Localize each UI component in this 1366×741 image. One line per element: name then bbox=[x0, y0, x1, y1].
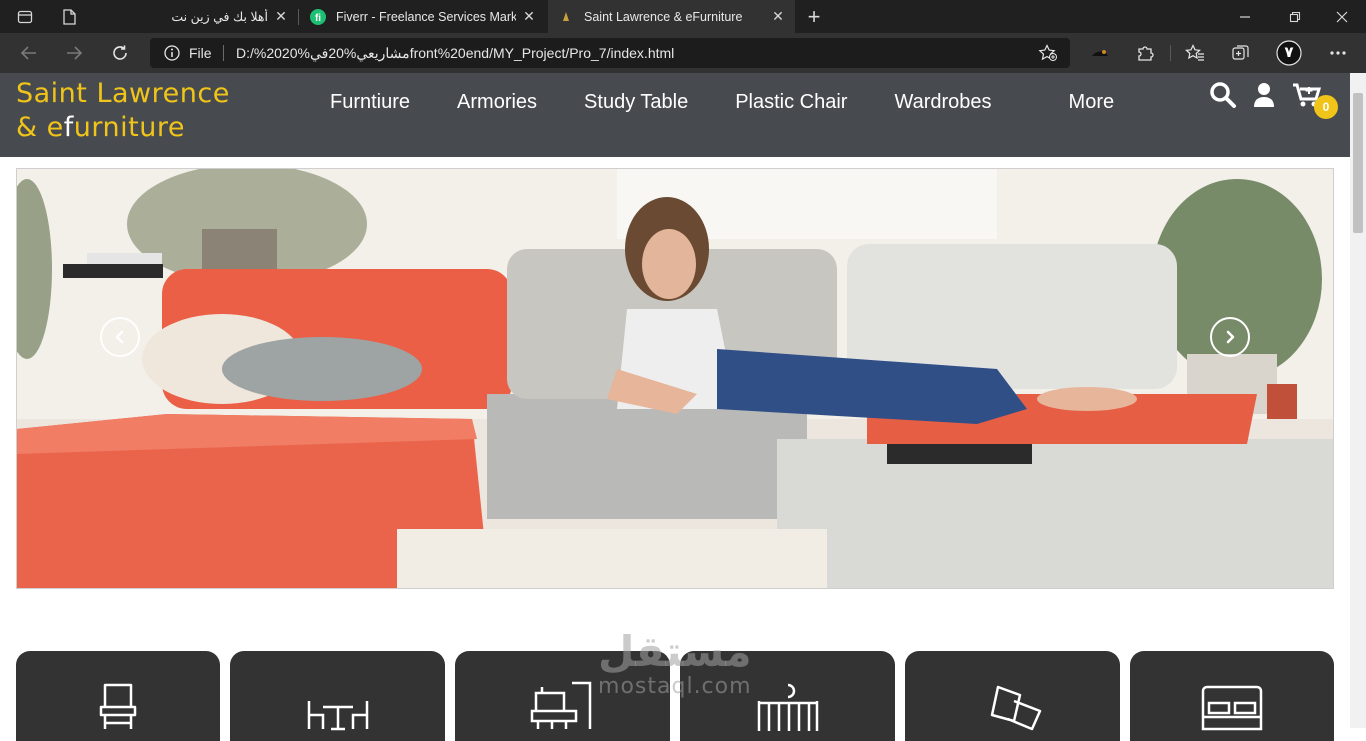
fiverr-logo-icon: fi bbox=[310, 9, 326, 28]
tab-saint-lawrence[interactable]: Saint Lawrence & eFurniture ✕ bbox=[548, 0, 795, 33]
browser-toolbar: File D:/%20مشاريعي%20في%20front%20end/MY… bbox=[0, 33, 1366, 73]
tab-title: أهلا بك في زين نت bbox=[171, 10, 268, 24]
forward-icon[interactable] bbox=[60, 39, 88, 67]
nav-item-more[interactable]: More bbox=[1069, 91, 1115, 119]
tab-zain[interactable]: أهلا بك في زين نت ✕ bbox=[88, 0, 298, 33]
scheme-label: File bbox=[189, 45, 212, 61]
tab-actions-icon[interactable] bbox=[8, 0, 42, 33]
tab-divider bbox=[298, 9, 299, 25]
address-bar[interactable]: File D:/%20مشاريعي%20في%20front%20end/MY… bbox=[150, 38, 1070, 68]
refresh-icon[interactable] bbox=[106, 39, 134, 67]
tab-title: Saint Lawrence & eFurniture bbox=[584, 9, 743, 24]
chair-icon bbox=[93, 681, 143, 741]
collections-icon[interactable] bbox=[1228, 40, 1254, 66]
close-icon[interactable]: ✕ bbox=[771, 9, 785, 23]
favorites-icon[interactable] bbox=[1182, 40, 1208, 66]
nav-item-wardrobes[interactable]: Wardrobes bbox=[894, 91, 991, 119]
nav-item-study-table[interactable]: Study Table bbox=[584, 91, 688, 119]
window-close-icon[interactable] bbox=[1327, 0, 1357, 33]
bed-icon bbox=[1197, 681, 1267, 741]
logo-line-1: Saint Lawrence bbox=[16, 78, 230, 109]
site-favicon-icon bbox=[560, 10, 572, 25]
search-icon[interactable] bbox=[1209, 81, 1237, 114]
watermark: مستقل mostaql.com bbox=[598, 627, 752, 700]
watermark-arabic: مستقل bbox=[598, 627, 752, 676]
study-desk-icon bbox=[528, 681, 598, 741]
page-scrollbar[interactable] bbox=[1350, 73, 1366, 728]
browser-tab-strip: أهلا بك في زين نت ✕ fi Fiverr - Freelanc… bbox=[0, 0, 1366, 33]
back-icon[interactable] bbox=[15, 39, 43, 67]
site-logo[interactable]: Saint Lawrence & efurniture bbox=[16, 77, 230, 145]
close-icon[interactable]: ✕ bbox=[274, 9, 288, 23]
minimize-icon[interactable] bbox=[1230, 0, 1260, 33]
slider-next-button[interactable] bbox=[1210, 317, 1250, 357]
cart-count-badge: 0 bbox=[1314, 95, 1338, 119]
slider-prev-button[interactable] bbox=[100, 317, 140, 357]
user-icon[interactable] bbox=[1253, 81, 1275, 114]
add-favorite-icon[interactable] bbox=[1038, 44, 1058, 67]
logo-line-2: & efurniture bbox=[16, 112, 185, 143]
hero-slider bbox=[16, 168, 1334, 589]
divider bbox=[223, 45, 224, 61]
more-menu-icon[interactable] bbox=[1325, 40, 1351, 66]
nav-item-armories[interactable]: Armories bbox=[457, 91, 537, 119]
crib-icon bbox=[753, 681, 823, 741]
profile-avatar[interactable]: ٧ bbox=[1276, 40, 1302, 66]
tab-title: Fiverr - Freelance Services Marke bbox=[336, 9, 516, 24]
dining-set-icon bbox=[303, 681, 373, 741]
nav-item-furniture[interactable]: Furntiure bbox=[330, 91, 410, 119]
main-nav: Furntiure Armories Study Table Plastic C… bbox=[330, 91, 1161, 119]
toolbar-divider bbox=[1170, 45, 1171, 61]
hero-image bbox=[17, 169, 1333, 588]
tab-fiverr[interactable]: fi Fiverr - Freelance Services Marke ✕ bbox=[300, 0, 546, 33]
url-text[interactable]: D:/%20مشاريعي%20في%20front%20end/MY_Proj… bbox=[236, 45, 674, 62]
scrollbar-thumb[interactable] bbox=[1353, 93, 1363, 233]
close-icon[interactable]: ✕ bbox=[522, 9, 536, 23]
page-icon bbox=[54, 0, 84, 33]
info-icon[interactable] bbox=[164, 45, 180, 66]
nav-item-plastic-chair[interactable]: Plastic Chair bbox=[735, 91, 847, 119]
restore-icon[interactable] bbox=[1280, 0, 1310, 33]
extension-icon[interactable] bbox=[1087, 40, 1113, 66]
profile-initial: ٧ bbox=[1284, 43, 1294, 61]
new-tab-icon[interactable]: + bbox=[800, 0, 828, 33]
extensions-puzzle-icon[interactable] bbox=[1132, 40, 1158, 66]
svg-text:fi: fi bbox=[315, 13, 321, 24]
site-header: Saint Lawrence & efurniture Furntiure Ar… bbox=[0, 73, 1350, 157]
watermark-latin: mostaql.com bbox=[598, 674, 752, 699]
pillow-icon bbox=[978, 681, 1048, 741]
